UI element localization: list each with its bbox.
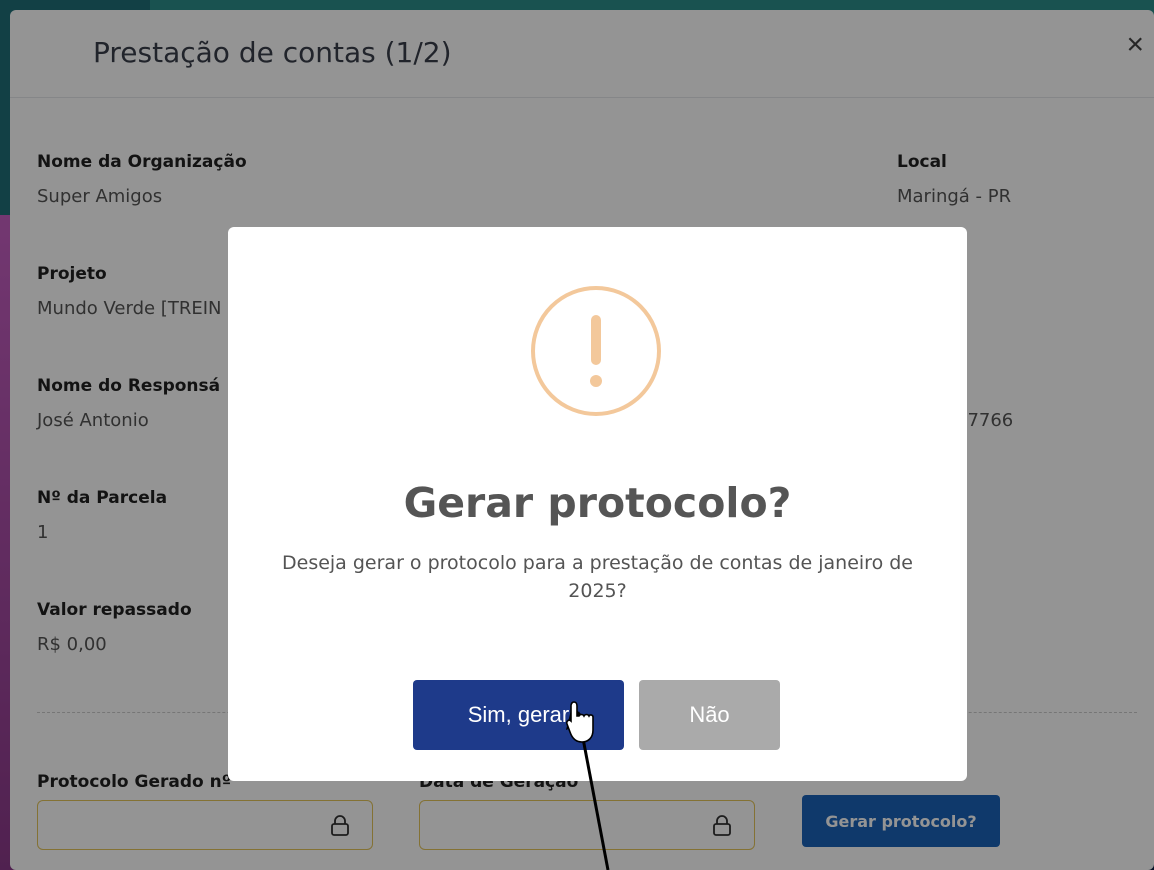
- dialog-message: Deseja gerar o protocolo para a prestaçã…: [282, 552, 913, 602]
- warning-icon: [531, 286, 661, 416]
- dialog-title: Gerar protocolo?: [403, 479, 792, 527]
- confirm-button[interactable]: Sim, gerar: [413, 680, 624, 750]
- cancel-button[interactable]: Não: [639, 680, 780, 750]
- confirm-dialog: Gerar protocolo? Deseja gerar o protocol…: [228, 227, 967, 781]
